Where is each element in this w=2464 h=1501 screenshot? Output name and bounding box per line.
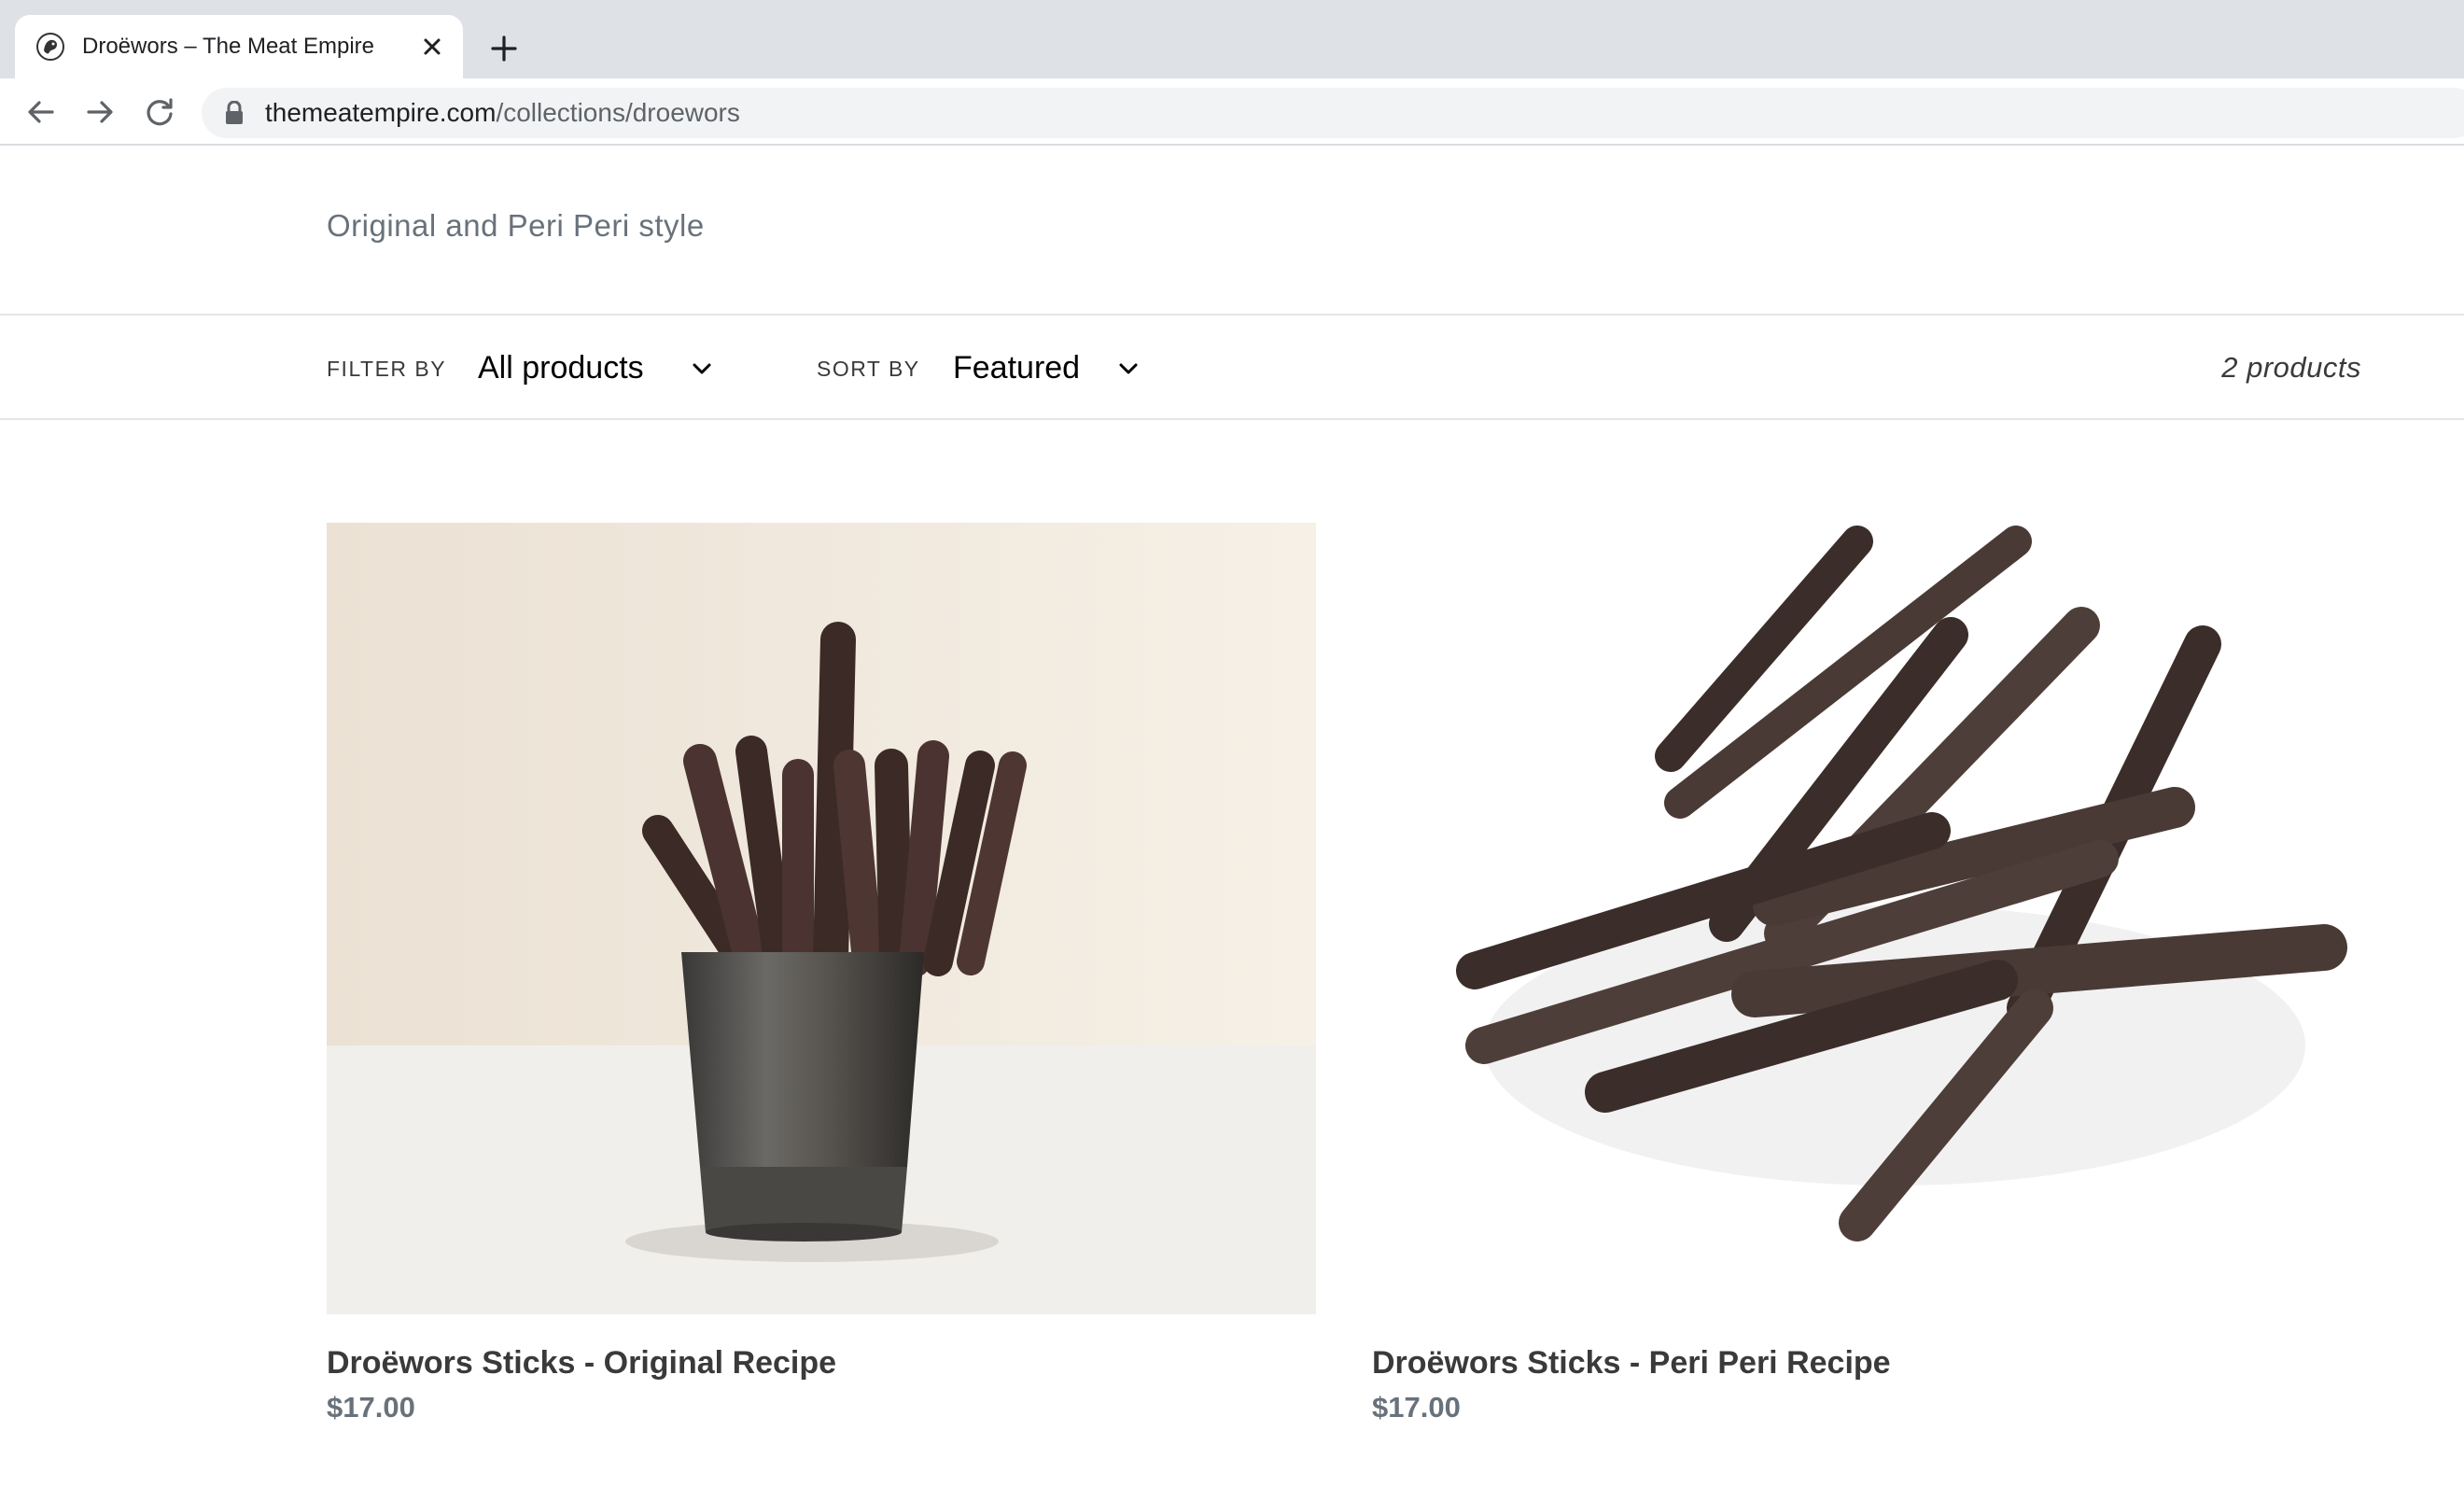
lock-icon[interactable] — [224, 101, 245, 125]
url-text[interactable]: themeatempire.com/collections/droewors — [265, 88, 740, 138]
sort-label: SORT BY — [817, 357, 920, 381]
browser-toolbar: themeatempire.com/collections/droewors — [0, 78, 2464, 146]
product-title[interactable]: Droëwors Sticks - Original Recipe — [327, 1342, 836, 1383]
collection-description: Original and Peri Peri style — [327, 208, 705, 243]
browser-tab-strip: Droëwors – The Meat Empire — [0, 0, 2464, 78]
meat-empire-favicon-icon — [36, 33, 64, 61]
reload-icon[interactable] — [143, 95, 176, 129]
address-bar[interactable]: themeatempire.com/collections/droewors — [202, 88, 2464, 138]
product-image-peri-peri[interactable] — [1372, 523, 2361, 1314]
product-count: 2 products — [2221, 351, 2361, 384]
browser-tab-active[interactable]: Droëwors – The Meat Empire — [15, 15, 463, 78]
filter-select-value[interactable]: All products — [478, 347, 644, 388]
product-title[interactable]: Droëwors Sticks - Peri Peri Recipe — [1372, 1342, 1891, 1383]
close-icon[interactable] — [418, 33, 446, 61]
forward-arrow-icon[interactable] — [83, 95, 117, 129]
chevron-down-icon[interactable] — [1116, 357, 1141, 381]
product-image-original[interactable] — [327, 523, 1316, 1314]
tab-title: Droëwors – The Meat Empire — [82, 34, 375, 59]
filter-label: FILTER BY — [327, 357, 447, 381]
product-price: $17.00 — [1372, 1391, 1461, 1424]
plus-icon[interactable] — [485, 30, 523, 67]
url-path: /collections/droewors — [496, 98, 740, 127]
back-arrow-icon[interactable] — [24, 95, 58, 129]
product-price: $17.00 — [327, 1391, 415, 1424]
sort-select-value[interactable]: Featured — [953, 347, 1080, 388]
chevron-down-icon[interactable] — [690, 357, 714, 381]
collection-filter-bar: FILTER BY All products SORT BY Featured … — [0, 314, 2464, 420]
url-host: themeatempire.com — [265, 98, 497, 127]
